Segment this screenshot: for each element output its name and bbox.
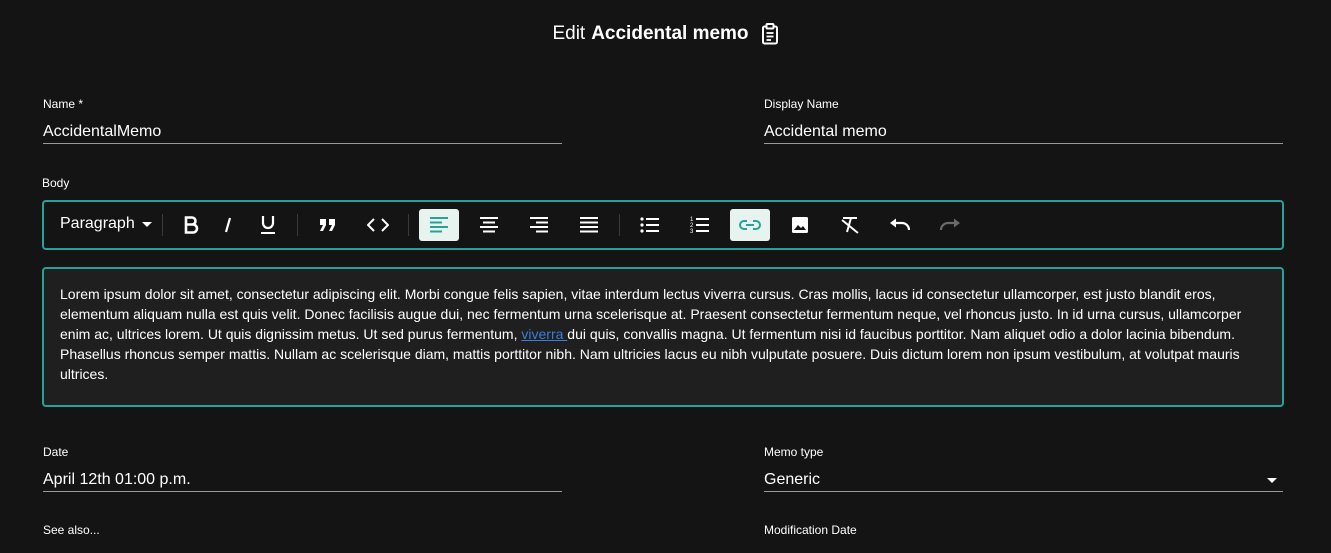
toolbar-divider	[408, 214, 409, 236]
redo-icon	[939, 218, 960, 231]
italic-icon	[224, 217, 232, 233]
redo-button[interactable]	[930, 209, 970, 241]
name-value: AccidentalMemo	[43, 123, 162, 140]
name-field[interactable]: Name * AccidentalMemo	[43, 97, 562, 144]
align-left-icon	[430, 217, 448, 233]
align-justify-button[interactable]	[569, 209, 609, 241]
memo-type-value: Generic	[764, 471, 821, 488]
editor-toolbar: Paragraph 1 2 3	[42, 200, 1284, 250]
bold-button[interactable]	[171, 209, 211, 241]
image-button[interactable]	[780, 209, 820, 241]
numbered-list-icon: 123	[690, 217, 709, 234]
align-right-icon	[530, 217, 548, 233]
bullet-list-button[interactable]	[630, 209, 670, 241]
see-also-field: See also...	[43, 523, 562, 537]
image-icon	[792, 217, 808, 233]
code-button[interactable]	[358, 209, 398, 241]
align-justify-icon	[580, 217, 598, 233]
clear-format-button[interactable]	[830, 209, 870, 241]
chevron-down-icon	[1267, 478, 1277, 483]
display-name-label: Display Name	[764, 97, 839, 111]
body-link[interactable]: viverra	[521, 326, 567, 342]
modification-date-field: Modification Date	[764, 523, 1283, 537]
date-input[interactable]: April 12th 01:00 p.m.	[43, 468, 562, 492]
bullet-list-icon	[640, 217, 659, 233]
edit-memo-page: Edit Accidental memo Name * AccidentalMe…	[0, 0, 1331, 553]
see-also-label: See also...	[43, 523, 100, 537]
date-value: April 12th 01:00 p.m.	[43, 471, 191, 488]
clipboard-icon	[761, 23, 779, 45]
chevron-down-icon	[141, 221, 152, 227]
name-input[interactable]: AccidentalMemo	[43, 120, 562, 144]
link-button[interactable]	[730, 209, 770, 241]
title-prefix: Edit	[552, 23, 586, 44]
align-right-button[interactable]	[519, 209, 559, 241]
align-left-button[interactable]	[419, 209, 459, 241]
underline-button[interactable]	[248, 209, 288, 241]
link-icon	[739, 220, 761, 230]
toolbar-divider	[297, 214, 298, 236]
date-label: Date	[43, 445, 69, 459]
bold-icon	[184, 216, 199, 234]
code-icon	[367, 218, 389, 232]
modification-date-label: Modification Date	[764, 523, 857, 537]
title-memo-name: Accidental memo	[591, 23, 749, 44]
align-center-icon	[480, 217, 498, 233]
toolbar-divider	[619, 214, 620, 236]
name-label: Name *	[43, 97, 84, 111]
display-name-field[interactable]: Display Name Accidental memo	[764, 97, 1283, 144]
underline-icon	[261, 216, 275, 234]
display-name-input[interactable]: Accidental memo	[764, 120, 1283, 144]
undo-icon	[890, 218, 911, 231]
align-center-button[interactable]	[469, 209, 509, 241]
date-field[interactable]: Date April 12th 01:00 p.m.	[43, 445, 562, 492]
clear-format-icon	[841, 217, 859, 234]
display-name-value: Accidental memo	[764, 123, 887, 140]
undo-button[interactable]	[880, 209, 920, 241]
body-label: Body	[42, 176, 70, 190]
block-style-label: Paragraph	[60, 215, 135, 232]
svg-text:3: 3	[690, 229, 694, 234]
numbered-list-button[interactable]: 123	[680, 209, 720, 241]
memo-type-label: Memo type	[764, 445, 824, 459]
page-title: Edit Accidental memo	[0, 21, 1331, 47]
body-editor[interactable]: Lorem ipsum dolor sit amet, consectetur …	[42, 267, 1284, 407]
quote-button[interactable]	[308, 209, 348, 241]
quote-icon	[320, 219, 335, 231]
toolbar-divider	[162, 214, 163, 236]
memo-type-field[interactable]: Memo type Generic	[764, 445, 1283, 492]
memo-type-select[interactable]: Generic	[764, 468, 1283, 492]
italic-button[interactable]	[208, 209, 248, 241]
block-style-dropdown[interactable]: Paragraph	[60, 215, 152, 233]
